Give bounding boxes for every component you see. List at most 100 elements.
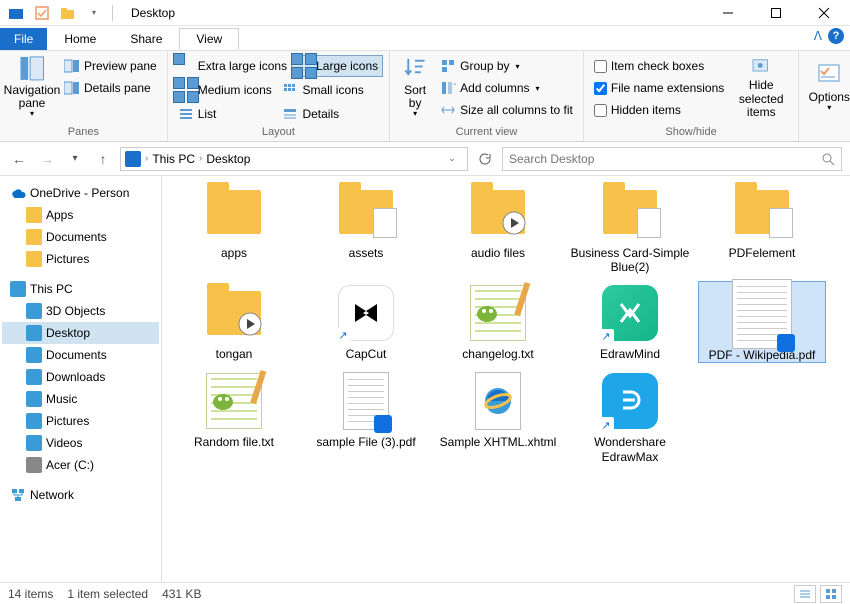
preview-pane-button[interactable]: Preview pane bbox=[60, 55, 161, 77]
chevron-right-icon[interactable]: › bbox=[199, 153, 202, 164]
status-bar: 14 items 1 item selected 431 KB bbox=[0, 582, 850, 604]
hidden-items-toggle[interactable]: Hidden items bbox=[590, 99, 728, 121]
layout-list[interactable]: List bbox=[174, 103, 279, 125]
size-all-columns-button[interactable]: Size all columns to fit bbox=[436, 99, 577, 121]
add-columns-button[interactable]: +Add columns▾ bbox=[436, 77, 577, 99]
item-check-boxes-toggle[interactable]: Item check boxes bbox=[590, 55, 728, 77]
file-item[interactable]: ↗Wondershare EdrawMax bbox=[566, 369, 694, 464]
tree-item-pictures2[interactable]: Pictures bbox=[2, 410, 159, 432]
layout-details[interactable]: Details bbox=[278, 103, 383, 125]
up-button[interactable]: ↑ bbox=[92, 148, 114, 170]
large-icons-view-toggle[interactable] bbox=[820, 585, 842, 603]
file-label: Random file.txt bbox=[194, 435, 274, 449]
options-button[interactable]: Options ▾ bbox=[805, 55, 850, 119]
navigation-pane-label: Navigation pane bbox=[4, 84, 61, 110]
layout-medium-icons[interactable]: Medium icons bbox=[174, 79, 279, 101]
search-input[interactable] bbox=[509, 148, 817, 170]
tab-file[interactable]: File bbox=[0, 28, 47, 50]
forward-button[interactable]: → bbox=[36, 148, 58, 170]
ribbon-group-currentview-label: Current view bbox=[396, 126, 577, 140]
breadcrumb[interactable]: Desktop bbox=[206, 152, 250, 166]
file-item[interactable]: Random file.txt bbox=[170, 369, 298, 464]
help-icon[interactable]: ? bbox=[828, 28, 844, 44]
file-item[interactable]: changelog.txt bbox=[434, 281, 562, 363]
file-item[interactable]: audio files bbox=[434, 180, 562, 275]
file-thumbnail: ↗ bbox=[594, 281, 666, 345]
file-item[interactable]: Sample XHTML.xhtml bbox=[434, 369, 562, 464]
tree-item-label: Desktop bbox=[46, 326, 90, 340]
address-dropdown-button[interactable]: ⌄ bbox=[441, 148, 463, 170]
ribbon-collapse-icon[interactable]: ᐱ bbox=[814, 29, 822, 43]
file-label: PDF - Wikipedia.pdf bbox=[709, 348, 816, 362]
file-item[interactable]: PDFelement bbox=[698, 180, 826, 275]
ribbon-tabs: File Home Share View ᐱ ? bbox=[0, 26, 850, 50]
group-by-button[interactable]: Group by▾ bbox=[436, 55, 577, 77]
ribbon-group-panes-label: Panes bbox=[6, 126, 161, 140]
chevron-right-icon[interactable]: › bbox=[145, 153, 148, 164]
navigation-pane-button[interactable]: Navigation pane ▾ bbox=[6, 55, 58, 119]
tree-item-thispc[interactable]: This PC bbox=[2, 278, 159, 300]
file-thumbnail bbox=[198, 281, 270, 345]
file-thumbnail bbox=[462, 180, 534, 244]
file-label: tongan bbox=[216, 347, 253, 361]
file-item[interactable]: sample File (3).pdf bbox=[302, 369, 430, 464]
tree-item-music[interactable]: Music bbox=[2, 388, 159, 410]
tree-item-downloads[interactable]: Downloads bbox=[2, 366, 159, 388]
details-view-toggle[interactable] bbox=[794, 585, 816, 603]
qat-new-folder-icon[interactable] bbox=[56, 2, 80, 24]
file-name-extensions-toggle[interactable]: File name extensions bbox=[590, 77, 728, 99]
file-item[interactable]: apps bbox=[170, 180, 298, 275]
file-item[interactable]: PDF - Wikipedia.pdf bbox=[698, 281, 826, 363]
pc-icon bbox=[125, 151, 141, 167]
maximize-button[interactable] bbox=[754, 0, 798, 26]
file-thumbnail bbox=[462, 369, 534, 433]
qat-properties-icon[interactable] bbox=[30, 2, 54, 24]
tree-item-3dobjects[interactable]: 3D Objects bbox=[2, 300, 159, 322]
breadcrumb[interactable]: This PC bbox=[152, 152, 195, 166]
details-pane-button[interactable]: Details pane bbox=[60, 77, 161, 99]
tab-share[interactable]: Share bbox=[113, 28, 179, 50]
file-item[interactable]: assets bbox=[302, 180, 430, 275]
minimize-button[interactable] bbox=[706, 0, 750, 26]
file-label: Sample XHTML.xhtml bbox=[440, 435, 557, 449]
tab-view[interactable]: View bbox=[179, 28, 239, 50]
recent-locations-button[interactable]: ▾ bbox=[64, 148, 86, 170]
file-item[interactable]: Business Card-Simple Blue(2) bbox=[566, 180, 694, 275]
file-thumbnail bbox=[330, 369, 402, 433]
layout-large-icons[interactable]: Large icons bbox=[291, 55, 383, 77]
qat-folder-icon[interactable] bbox=[4, 2, 28, 24]
sort-by-button[interactable]: Sort by ▾ bbox=[396, 55, 434, 119]
ribbon-group-showhide-label: Show/hide bbox=[590, 126, 792, 140]
refresh-button[interactable] bbox=[474, 148, 496, 170]
file-thumbnail: ↗ bbox=[594, 369, 666, 433]
tree-item-network[interactable]: Network bbox=[2, 484, 159, 506]
qat-dropdown-icon[interactable]: ▾ bbox=[82, 2, 106, 24]
tree-item-apps[interactable]: Apps bbox=[2, 204, 159, 226]
file-label: Wondershare EdrawMax bbox=[570, 435, 690, 464]
file-thumbnail bbox=[726, 282, 798, 346]
tree-item-videos[interactable]: Videos bbox=[2, 432, 159, 454]
back-button[interactable]: ← bbox=[8, 148, 30, 170]
address-bar[interactable]: › This PC › Desktop ⌄ bbox=[120, 147, 468, 171]
tree-item-documents2[interactable]: Documents bbox=[2, 344, 159, 366]
file-item[interactable]: ↗EdrawMind bbox=[566, 281, 694, 363]
layout-small-icons[interactable]: Small icons bbox=[278, 79, 383, 101]
tree-item-pictures1[interactable]: Pictures bbox=[2, 248, 159, 270]
search-box[interactable] bbox=[502, 147, 842, 171]
file-item[interactable]: ↗CapCut bbox=[302, 281, 430, 363]
tree-item-acer[interactable]: Acer (C:) bbox=[2, 454, 159, 476]
tree-item-onedrive[interactable]: OneDrive - Person bbox=[2, 182, 159, 204]
tab-home[interactable]: Home bbox=[47, 28, 113, 50]
tree-item-desktop[interactable]: Desktop bbox=[2, 322, 159, 344]
address-bar-row: ← → ▾ ↑ › This PC › Desktop ⌄ bbox=[0, 142, 850, 176]
file-thumbnail bbox=[198, 369, 270, 433]
layout-extra-large-icons[interactable]: Extra large icons bbox=[174, 55, 291, 77]
tree-item-label: Videos bbox=[46, 436, 82, 450]
hide-selected-items-button[interactable]: Hide selected items bbox=[730, 55, 792, 119]
file-list-view[interactable]: appsassetsaudio filesBusiness Card-Simpl… bbox=[162, 176, 850, 582]
file-thumbnail: ↗ bbox=[330, 281, 402, 345]
tree-item-label: 3D Objects bbox=[46, 304, 105, 318]
tree-item-documents1[interactable]: Documents bbox=[2, 226, 159, 248]
file-item[interactable]: tongan bbox=[170, 281, 298, 363]
close-button[interactable] bbox=[802, 0, 846, 26]
